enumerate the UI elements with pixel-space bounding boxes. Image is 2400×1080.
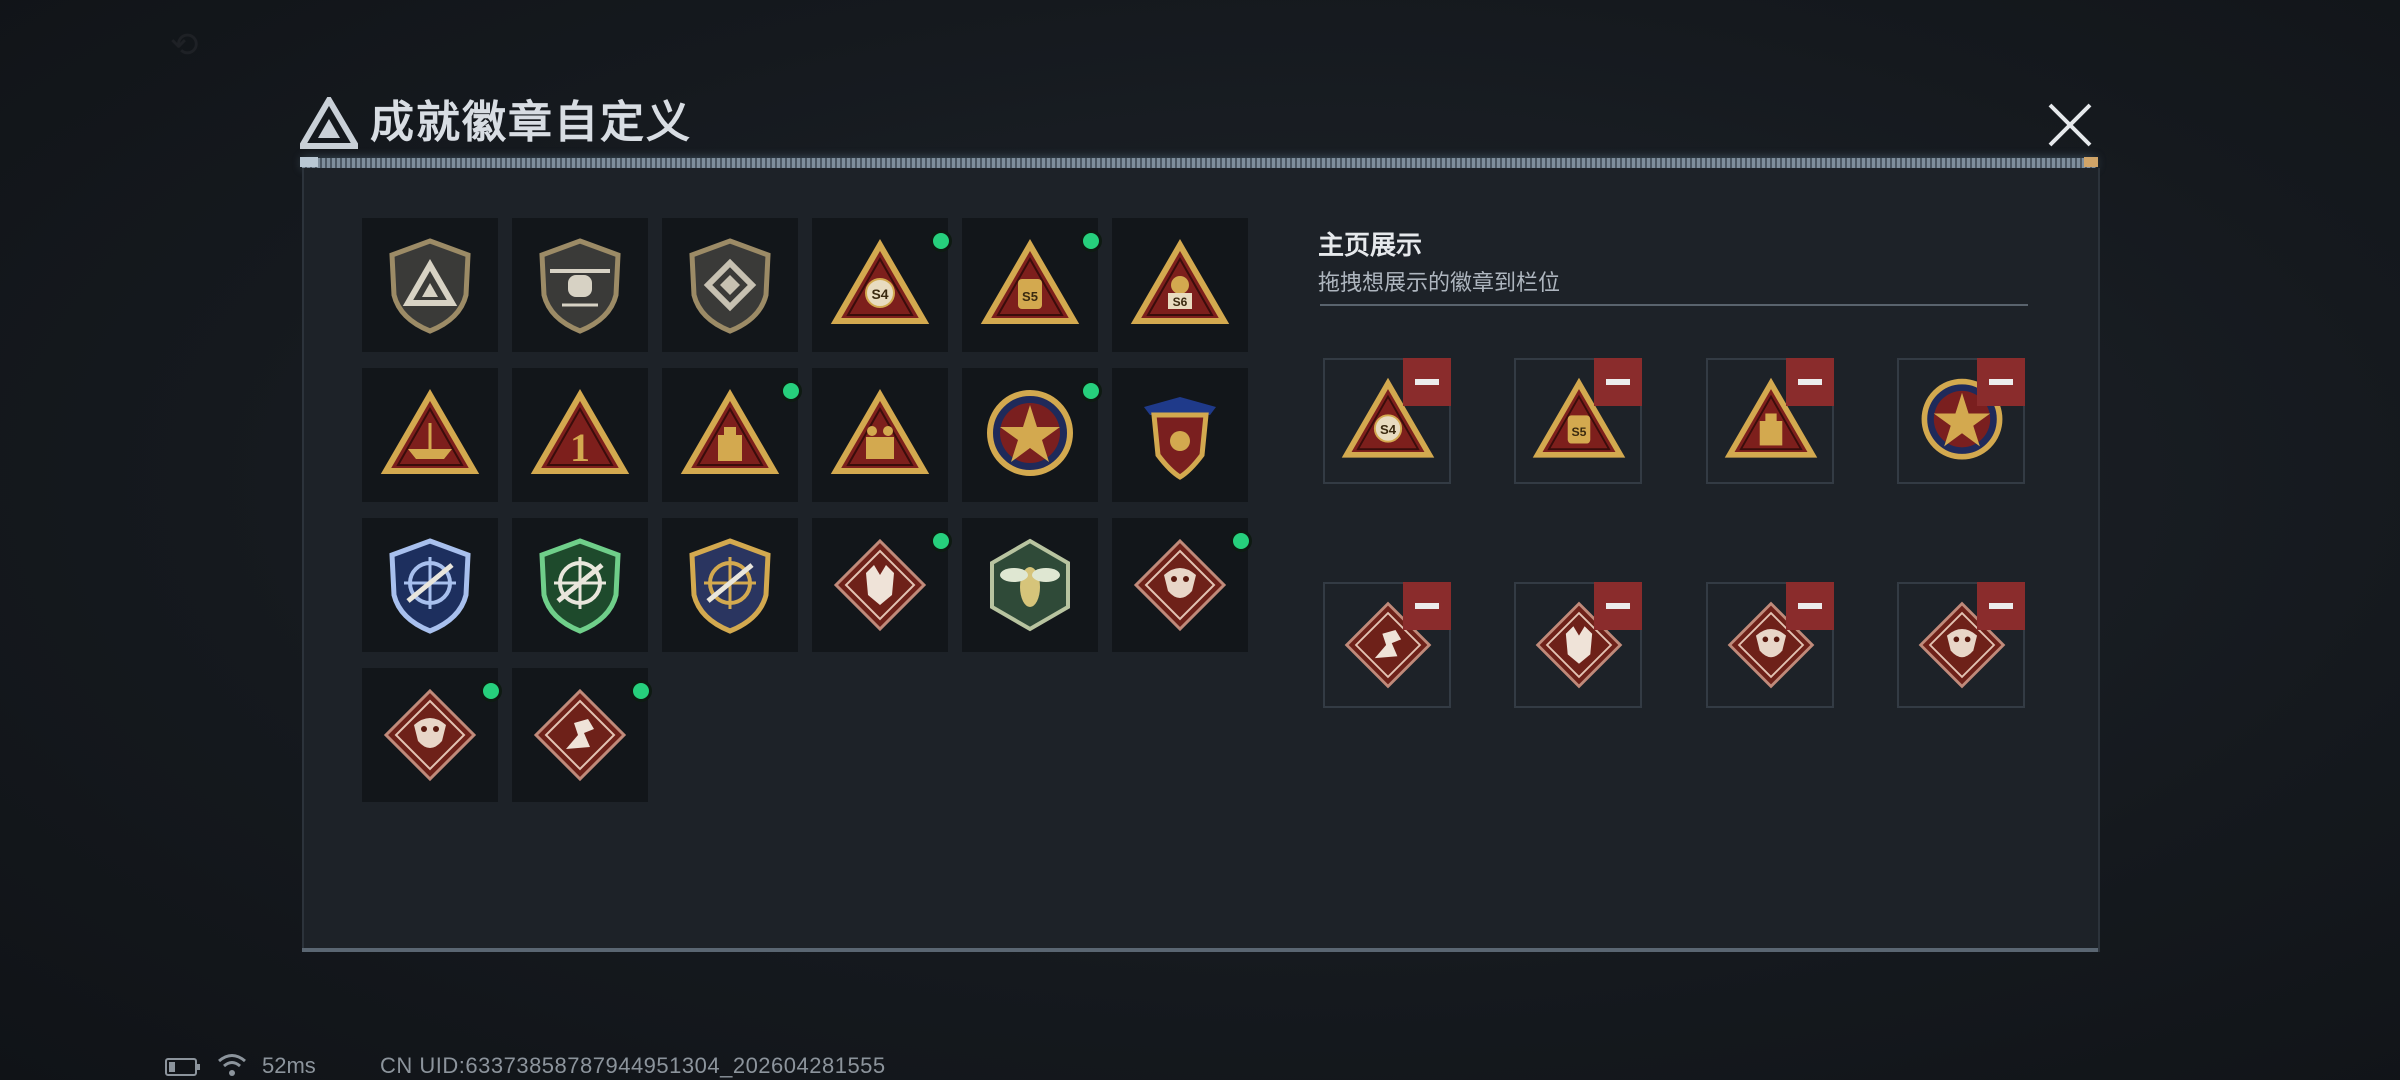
new-indicator-dot (930, 230, 952, 252)
svg-text:S5: S5 (1022, 289, 1038, 304)
background-ghost-text: ⟲ (170, 26, 199, 64)
soldiers-triangle-badge-icon (830, 389, 930, 474)
svg-text:S4: S4 (871, 286, 888, 302)
badge-cell[interactable] (812, 368, 948, 502)
s5-triangle-badge-icon: S5 (980, 239, 1080, 324)
remove-badge-button[interactable] (1594, 358, 1642, 406)
close-icon[interactable] (2040, 95, 2100, 155)
new-indicator-dot (1080, 380, 1102, 402)
gold-blue-crosshair-shield-badge-icon (689, 538, 771, 634)
header-divider-cap (300, 157, 318, 167)
badge-cell[interactable] (512, 518, 648, 652)
showcase-slot[interactable] (1514, 582, 1642, 708)
badge-cell[interactable] (962, 518, 1098, 652)
badge-cell[interactable] (662, 218, 798, 352)
remove-badge-button[interactable] (1977, 582, 2025, 630)
showcase-slot[interactable] (1706, 582, 1834, 708)
dialog-header: 成就徽章自定义 (300, 95, 2100, 165)
header-divider-accent (2084, 157, 2098, 167)
showcase-slot[interactable] (1706, 358, 1834, 484)
svg-text:1: 1 (570, 425, 590, 470)
panel-bottom-border (302, 948, 2098, 952)
remove-badge-button[interactable] (1594, 582, 1642, 630)
badge-cell[interactable] (962, 368, 1102, 502)
delta-logo-icon (300, 97, 358, 149)
wasp-hexagon-badge-icon (990, 538, 1070, 632)
showcase-divider (1320, 304, 2028, 306)
star-shield-badge-icon (987, 390, 1073, 476)
green-crosshair-shield-badge-icon (539, 538, 621, 634)
number-one-triangle-badge-icon: 1 (530, 389, 630, 474)
svg-text:S5: S5 (1572, 425, 1587, 439)
badge-cell[interactable] (662, 518, 798, 652)
remove-badge-button[interactable] (1403, 358, 1451, 406)
badge-cell[interactable]: 1 (512, 368, 648, 502)
badge-cell[interactable] (812, 518, 952, 652)
remove-badge-button[interactable] (1403, 582, 1451, 630)
helicopter-shield-badge-icon (539, 238, 621, 334)
diamond-emblem-shield-badge-icon (689, 238, 771, 334)
s6-triangle-badge-icon: S6 (1130, 239, 1230, 324)
blue-crosshair-shield-badge-icon (389, 538, 471, 634)
new-indicator-dot (1080, 230, 1102, 252)
dragon-diamond-badge-icon (1133, 538, 1227, 632)
new-indicator-dot (780, 380, 802, 402)
badge-cell[interactable] (362, 518, 498, 652)
s4-triangle-badge-icon: S4 (830, 239, 930, 324)
badge-cell[interactable] (362, 218, 498, 352)
remove-badge-button[interactable] (1977, 358, 2025, 406)
ship-triangle-badge-icon (380, 389, 480, 474)
badge-cell[interactable] (362, 668, 502, 802)
showcase-slot[interactable]: S4 (1323, 358, 1451, 484)
dragon-diamond-badge-icon (383, 688, 477, 782)
ping-readout: 52ms (262, 1053, 316, 1078)
runner-diamond-badge-icon (533, 688, 627, 782)
badge-cell[interactable] (512, 668, 652, 802)
uid-readout: CN UID:633738587879449513​04_20260428155… (380, 1053, 886, 1078)
battery-icon (165, 1058, 200, 1076)
badge-cell[interactable] (1112, 518, 1252, 652)
header-divider (302, 158, 2096, 168)
svg-text:S6: S6 (1173, 295, 1188, 309)
showcase-title: 主页展示 (1318, 230, 1423, 260)
badge-cell[interactable] (662, 368, 802, 502)
badge-cell[interactable] (512, 218, 648, 352)
showcase-subtitle: 拖拽想展示的徽章到栏位 (1318, 270, 1561, 295)
showcase-slot[interactable] (1897, 582, 2025, 708)
delta-shield-badge-icon (389, 238, 471, 334)
new-indicator-dot (930, 530, 952, 552)
badge-cell[interactable]: S5 (962, 218, 1102, 352)
badge-cell[interactable]: S6 (1112, 218, 1248, 352)
crate-triangle-badge-icon (680, 389, 780, 474)
showcase-slot[interactable]: S5 (1514, 358, 1642, 484)
wifi-icon (218, 1054, 246, 1076)
wolf-diamond-badge-icon (833, 538, 927, 632)
showcase-slot[interactable] (1323, 582, 1451, 708)
badge-cell[interactable]: S4 (812, 218, 952, 352)
badge-cell[interactable] (362, 368, 498, 502)
badge-cell[interactable] (1112, 368, 1248, 502)
new-indicator-dot (630, 680, 652, 702)
remove-badge-button[interactable] (1786, 358, 1834, 406)
remove-badge-button[interactable] (1786, 582, 1834, 630)
winged-shield-badge-icon (1144, 397, 1216, 480)
showcase-slot[interactable] (1897, 358, 2025, 484)
new-indicator-dot (480, 680, 502, 702)
dialog-title: 成就徽章自定义 (370, 98, 692, 147)
new-indicator-dot (1230, 530, 1252, 552)
svg-text:S4: S4 (1380, 422, 1397, 437)
